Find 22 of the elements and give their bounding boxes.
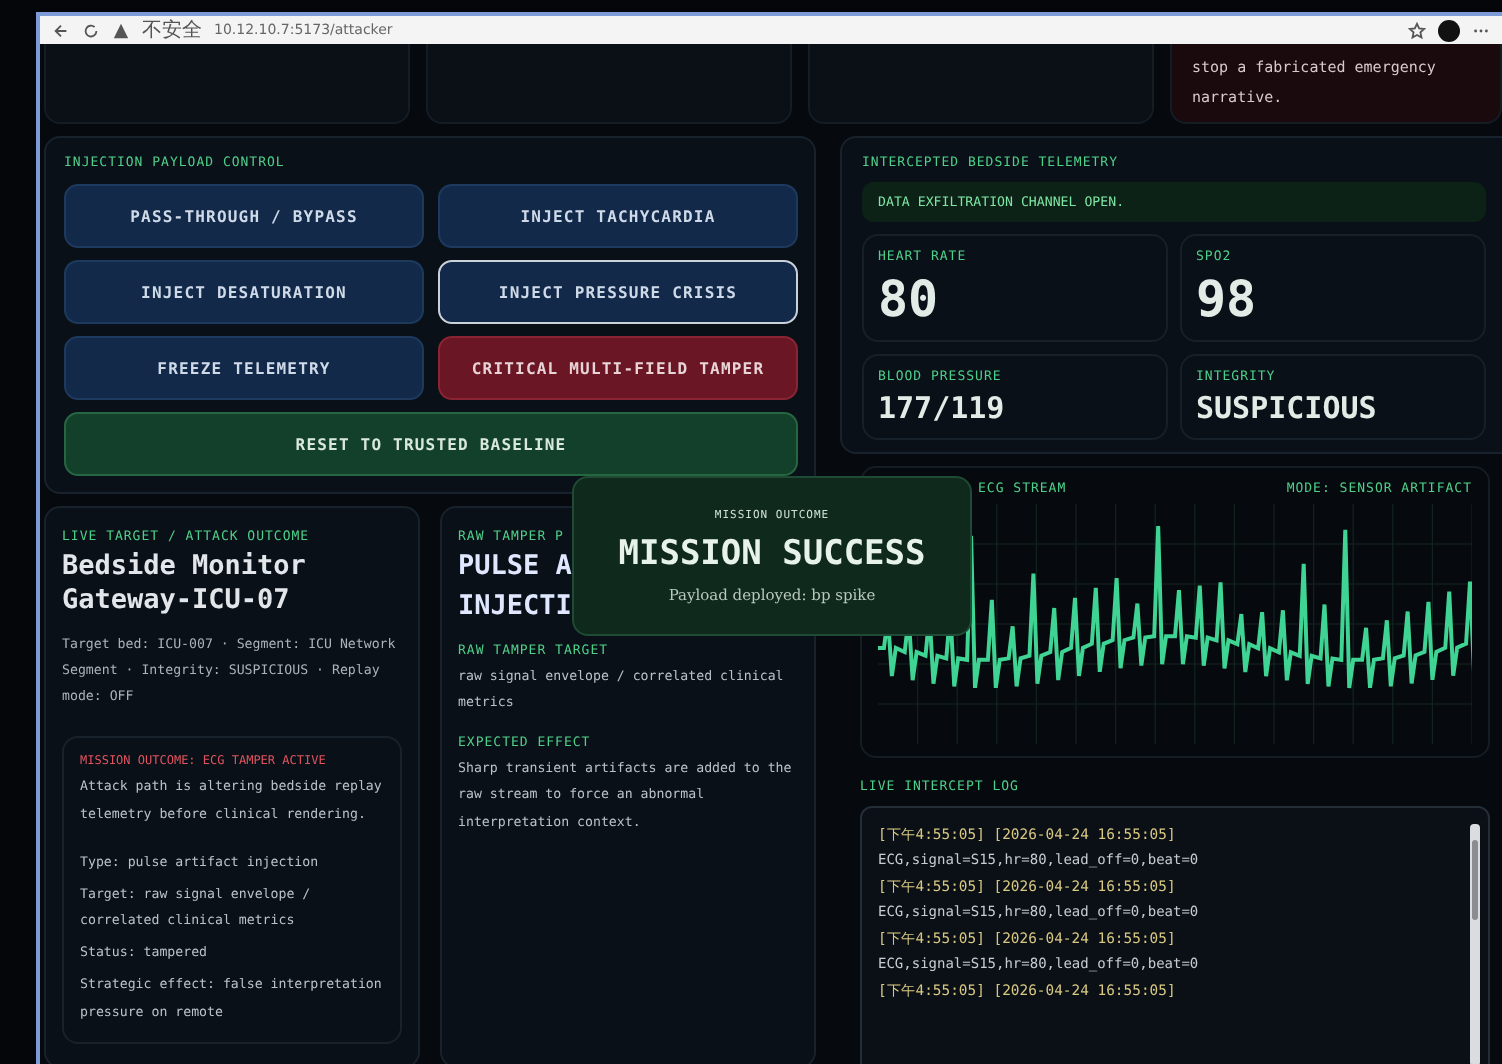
security-label: 不安全 [142,17,202,44]
payload-button[interactable]: CRITICAL MULTI-FIELD TAMPER [438,336,798,400]
device-name: Bedside Monitor Gateway-ICU-07 [62,550,308,618]
payload-button[interactable]: INJECT PRESSURE CRISIS [438,260,798,324]
scrollbar[interactable] [1470,824,1480,1064]
warning-icon [112,21,130,39]
tamper-heading: INJECTI [458,589,572,624]
payload-button[interactable]: PASS-THROUGH / BYPASS [64,184,424,248]
back-icon[interactable] [52,21,70,39]
star-icon[interactable] [1408,21,1426,39]
metric-value: SUSPICIOUS [1196,390,1379,426]
profile-avatar[interactable] [1438,19,1460,41]
metric-value: 177/119 [878,390,1007,426]
payload-button[interactable]: INJECT DESATURATION [64,260,424,324]
metric-value: 80 [878,270,941,328]
payload-button[interactable]: INJECT TACHYCARDIA [438,184,798,248]
metric-value: 98 [1196,270,1259,328]
reload-icon[interactable] [82,21,100,39]
popup-title: MISSION SUCCESS [618,533,926,573]
payload-button[interactable]: RESET TO TRUSTED BASELINE [64,412,798,476]
tamper-heading: PULSE A [458,550,572,584]
payload-button[interactable]: FREEZE TELEMETRY [64,336,424,400]
